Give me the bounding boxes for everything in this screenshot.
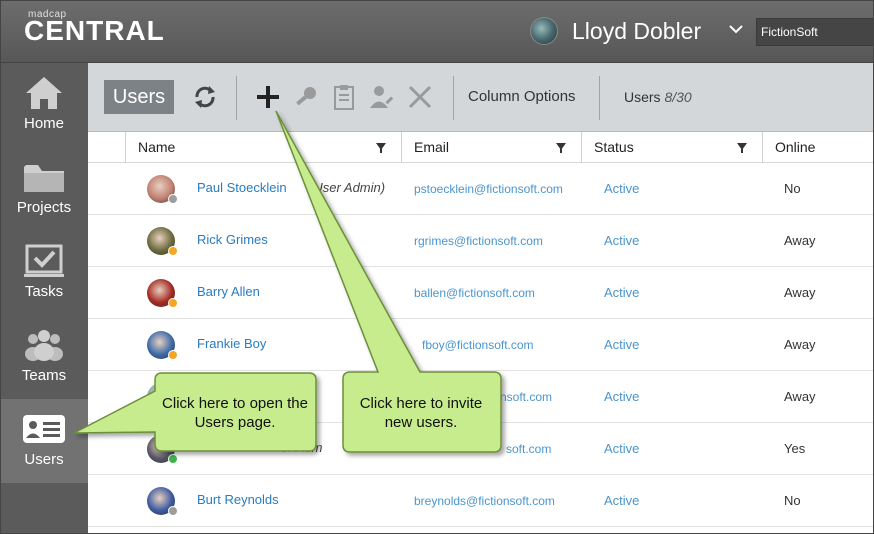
user-name-link[interactable]: Burt Reynolds <box>197 492 279 507</box>
column-header-label: Name <box>138 139 176 155</box>
user-status: Active <box>604 285 640 300</box>
toolbar-divider <box>599 76 600 120</box>
column-options-button[interactable]: Column Options <box>468 88 576 105</box>
sidebar-item-label: Home <box>23 115 64 132</box>
callout-users-page-text: Click here to open the Users page. <box>162 395 308 431</box>
sidebar-item-teams[interactable]: Teams <box>0 315 88 399</box>
add-user-icon[interactable] <box>254 83 282 111</box>
home-icon <box>26 77 62 109</box>
table-row[interactable]: Paul Stoecklein (User Admin) pstoecklein@f… <box>88 163 874 215</box>
presence-dot <box>168 454 178 464</box>
sidebar-item-label: Tasks <box>24 283 64 300</box>
user-online: Away <box>784 233 816 248</box>
users-page-title: Users <box>104 80 174 114</box>
filter-icon[interactable] <box>556 143 566 153</box>
user-online: No <box>784 181 801 196</box>
folder-icon <box>24 165 64 192</box>
user-online: Away <box>784 285 816 300</box>
clipboard-icon[interactable] <box>330 83 358 111</box>
user-online: Away <box>784 389 816 404</box>
user-email[interactable]: ballen@fictionsoft.com <box>414 286 535 300</box>
sidebar-item-label: Teams <box>21 367 67 384</box>
user-email[interactable]: fboy@fictionsoft.com <box>422 338 534 352</box>
user-name-menu[interactable]: Lloyd Dobler <box>572 18 701 45</box>
table-row[interactable]: Burt Reynolds breynolds@fictionsoft.com Ac… <box>88 475 874 527</box>
user-email[interactable]: nsoft.com <box>500 390 552 404</box>
user-email[interactable]: pstoecklein@fictionsoft.com <box>414 182 563 196</box>
user-status: Active <box>604 441 640 456</box>
presence-dot <box>168 298 178 308</box>
user-status: Active <box>604 493 640 508</box>
presence-dot <box>168 350 178 360</box>
user-status: Active <box>604 181 640 196</box>
column-header-name[interactable]: Name <box>125 132 401 163</box>
user-status: Active <box>604 233 640 248</box>
user-online: No <box>784 493 801 508</box>
users-count-label: Users <box>624 89 661 105</box>
key-icon[interactable] <box>292 83 320 111</box>
user-email[interactable]: soft.com <box>506 442 551 456</box>
sidebar: Home Projects Tasks Teams Users <box>0 63 88 534</box>
user-edit-icon[interactable] <box>368 83 396 111</box>
brand-logo[interactable]: CENTRAL <box>24 15 165 47</box>
company-selector[interactable]: FictionSoft <box>756 18 874 46</box>
column-header-email[interactable]: Email <box>401 132 581 163</box>
column-header-label: Status <box>594 139 634 155</box>
toolbar: Users Column Options Users 8/30 <box>88 63 874 132</box>
teams-icon <box>25 330 63 361</box>
column-header-label: Online <box>775 139 816 155</box>
column-header-status[interactable]: Status <box>581 132 762 163</box>
top-header: madcap CENTRAL Lloyd Dobler FictionSoft <box>0 0 874 63</box>
user-online: Away <box>784 337 816 352</box>
table-row[interactable]: Barry Allen ballen@fictionsoft.com Active A… <box>88 267 874 319</box>
table-row[interactable]: Frankie Boy fboy@fictionsoft.com Active Awa… <box>88 319 874 371</box>
user-role: (User Admin) <box>309 180 386 195</box>
tasks-icon <box>24 244 64 277</box>
user-email[interactable]: rgrimes@fictionsoft.com <box>414 234 543 248</box>
presence-dot <box>168 246 178 256</box>
user-name-link[interactable]: Rick Grimes <box>197 232 268 247</box>
users-count: Users 8/30 <box>624 89 692 105</box>
user-role: er Adm <box>281 440 323 455</box>
chevron-down-icon[interactable] <box>728 22 744 40</box>
filter-icon[interactable] <box>737 143 747 153</box>
sidebar-item-home[interactable]: Home <box>0 63 88 147</box>
presence-dot <box>168 506 178 516</box>
user-name-link[interactable]: Frankie Boy <box>197 336 266 351</box>
sidebar-item-label: Projects <box>16 199 72 216</box>
presence-dot <box>168 194 178 204</box>
toolbar-divider <box>236 76 237 120</box>
callout-invite-text: Click here to invite new users. <box>359 395 483 431</box>
table-header: Name Email Status Online <box>88 132 874 163</box>
user-status: Active <box>604 337 640 352</box>
users-card-icon <box>23 415 65 443</box>
user-email[interactable]: breynolds@fictionsoft.com <box>414 494 555 508</box>
user-name-link[interactable]: Barry Allen <box>197 284 260 299</box>
toolbar-divider <box>453 76 454 120</box>
sidebar-item-tasks[interactable]: Tasks <box>0 231 88 315</box>
sidebar-item-label: Users <box>24 451 64 468</box>
user-avatar[interactable] <box>530 17 558 45</box>
column-header-label: Email <box>414 139 450 155</box>
column-header-online[interactable]: Online <box>762 132 874 163</box>
refresh-icon[interactable] <box>191 83 219 111</box>
users-count-value: 8/30 <box>664 89 692 105</box>
user-name-link[interactable]: Paul Stoecklein <box>197 180 287 195</box>
table-row[interactable]: Rick Grimes rgrimes@fictionsoft.com Active… <box>88 215 874 267</box>
user-status: Active <box>604 389 640 404</box>
sidebar-item-projects[interactable]: Projects <box>0 147 88 231</box>
user-online: Yes <box>784 441 806 456</box>
delete-icon[interactable] <box>406 83 434 111</box>
sidebar-item-users[interactable]: Users <box>0 399 88 483</box>
filter-icon[interactable] <box>376 143 386 153</box>
